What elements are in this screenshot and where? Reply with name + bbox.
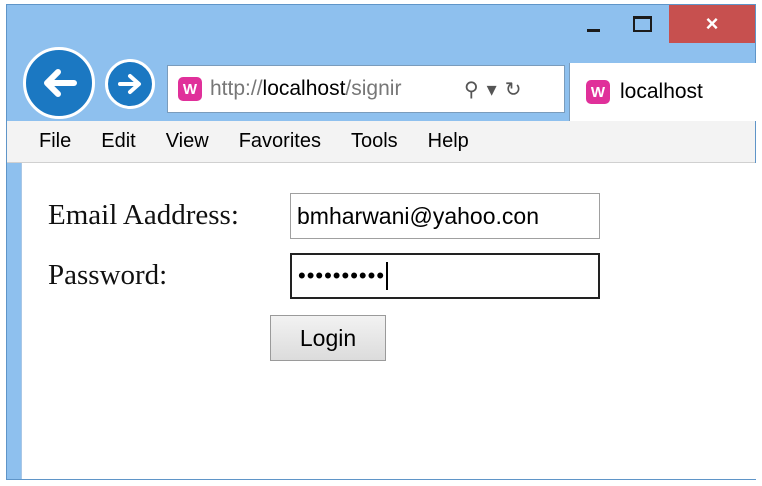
close-icon: × [705,11,719,36]
menu-item-favorites[interactable]: Favorites [239,130,321,153]
page-content: Email Aaddress: bmharwani@yahoo.con Pass… [21,163,756,479]
maximize-icon [632,16,652,32]
menu-item-help[interactable]: Help [428,130,469,153]
menu-item-file[interactable]: File [39,130,71,153]
password-field[interactable]: •••••••••• [290,253,600,299]
email-label: Email Aaddress: [48,199,239,231]
minimize-button[interactable] [573,5,613,43]
url-text[interactable]: http://localhost/signir [210,77,458,101]
forward-arrow-icon [118,74,141,94]
login-button[interactable]: Login [270,315,386,361]
menu-item-edit[interactable]: Edit [101,130,135,153]
menu-item-tools[interactable]: Tools [351,130,398,153]
wamp-server-icon: W [586,80,610,104]
password-label: Password: [48,259,168,291]
minimize-icon [586,28,600,32]
back-arrow-icon [44,69,77,97]
maximize-button[interactable] [619,5,665,43]
email-value: bmharwani@yahoo.con [297,202,539,229]
chevron-down-icon[interactable]: ▾ [487,77,497,102]
back-button[interactable] [23,47,95,119]
menu-item-view[interactable]: View [166,130,209,153]
wamp-server-icon: W [178,77,202,101]
close-button[interactable]: × [669,5,755,43]
tab-label: localhost [620,80,703,103]
email-field[interactable]: bmharwani@yahoo.con [290,193,600,239]
refresh-icon[interactable]: ↻ [505,77,522,102]
search-icon[interactable]: ⚲ [464,77,479,102]
tab-localhost[interactable]: W localhost [569,63,757,121]
text-caret [386,262,389,290]
address-bar[interactable]: W http://localhost/signir ⚲ ▾ ↻ [167,65,565,113]
forward-button[interactable] [105,59,155,109]
browser-window: × W http://localhost/signir ⚲ ▾ ↻ W loca… [6,4,757,480]
password-value: •••••••••• [298,263,386,288]
menu-bar: File Edit View Favorites Tools Help [7,121,755,163]
